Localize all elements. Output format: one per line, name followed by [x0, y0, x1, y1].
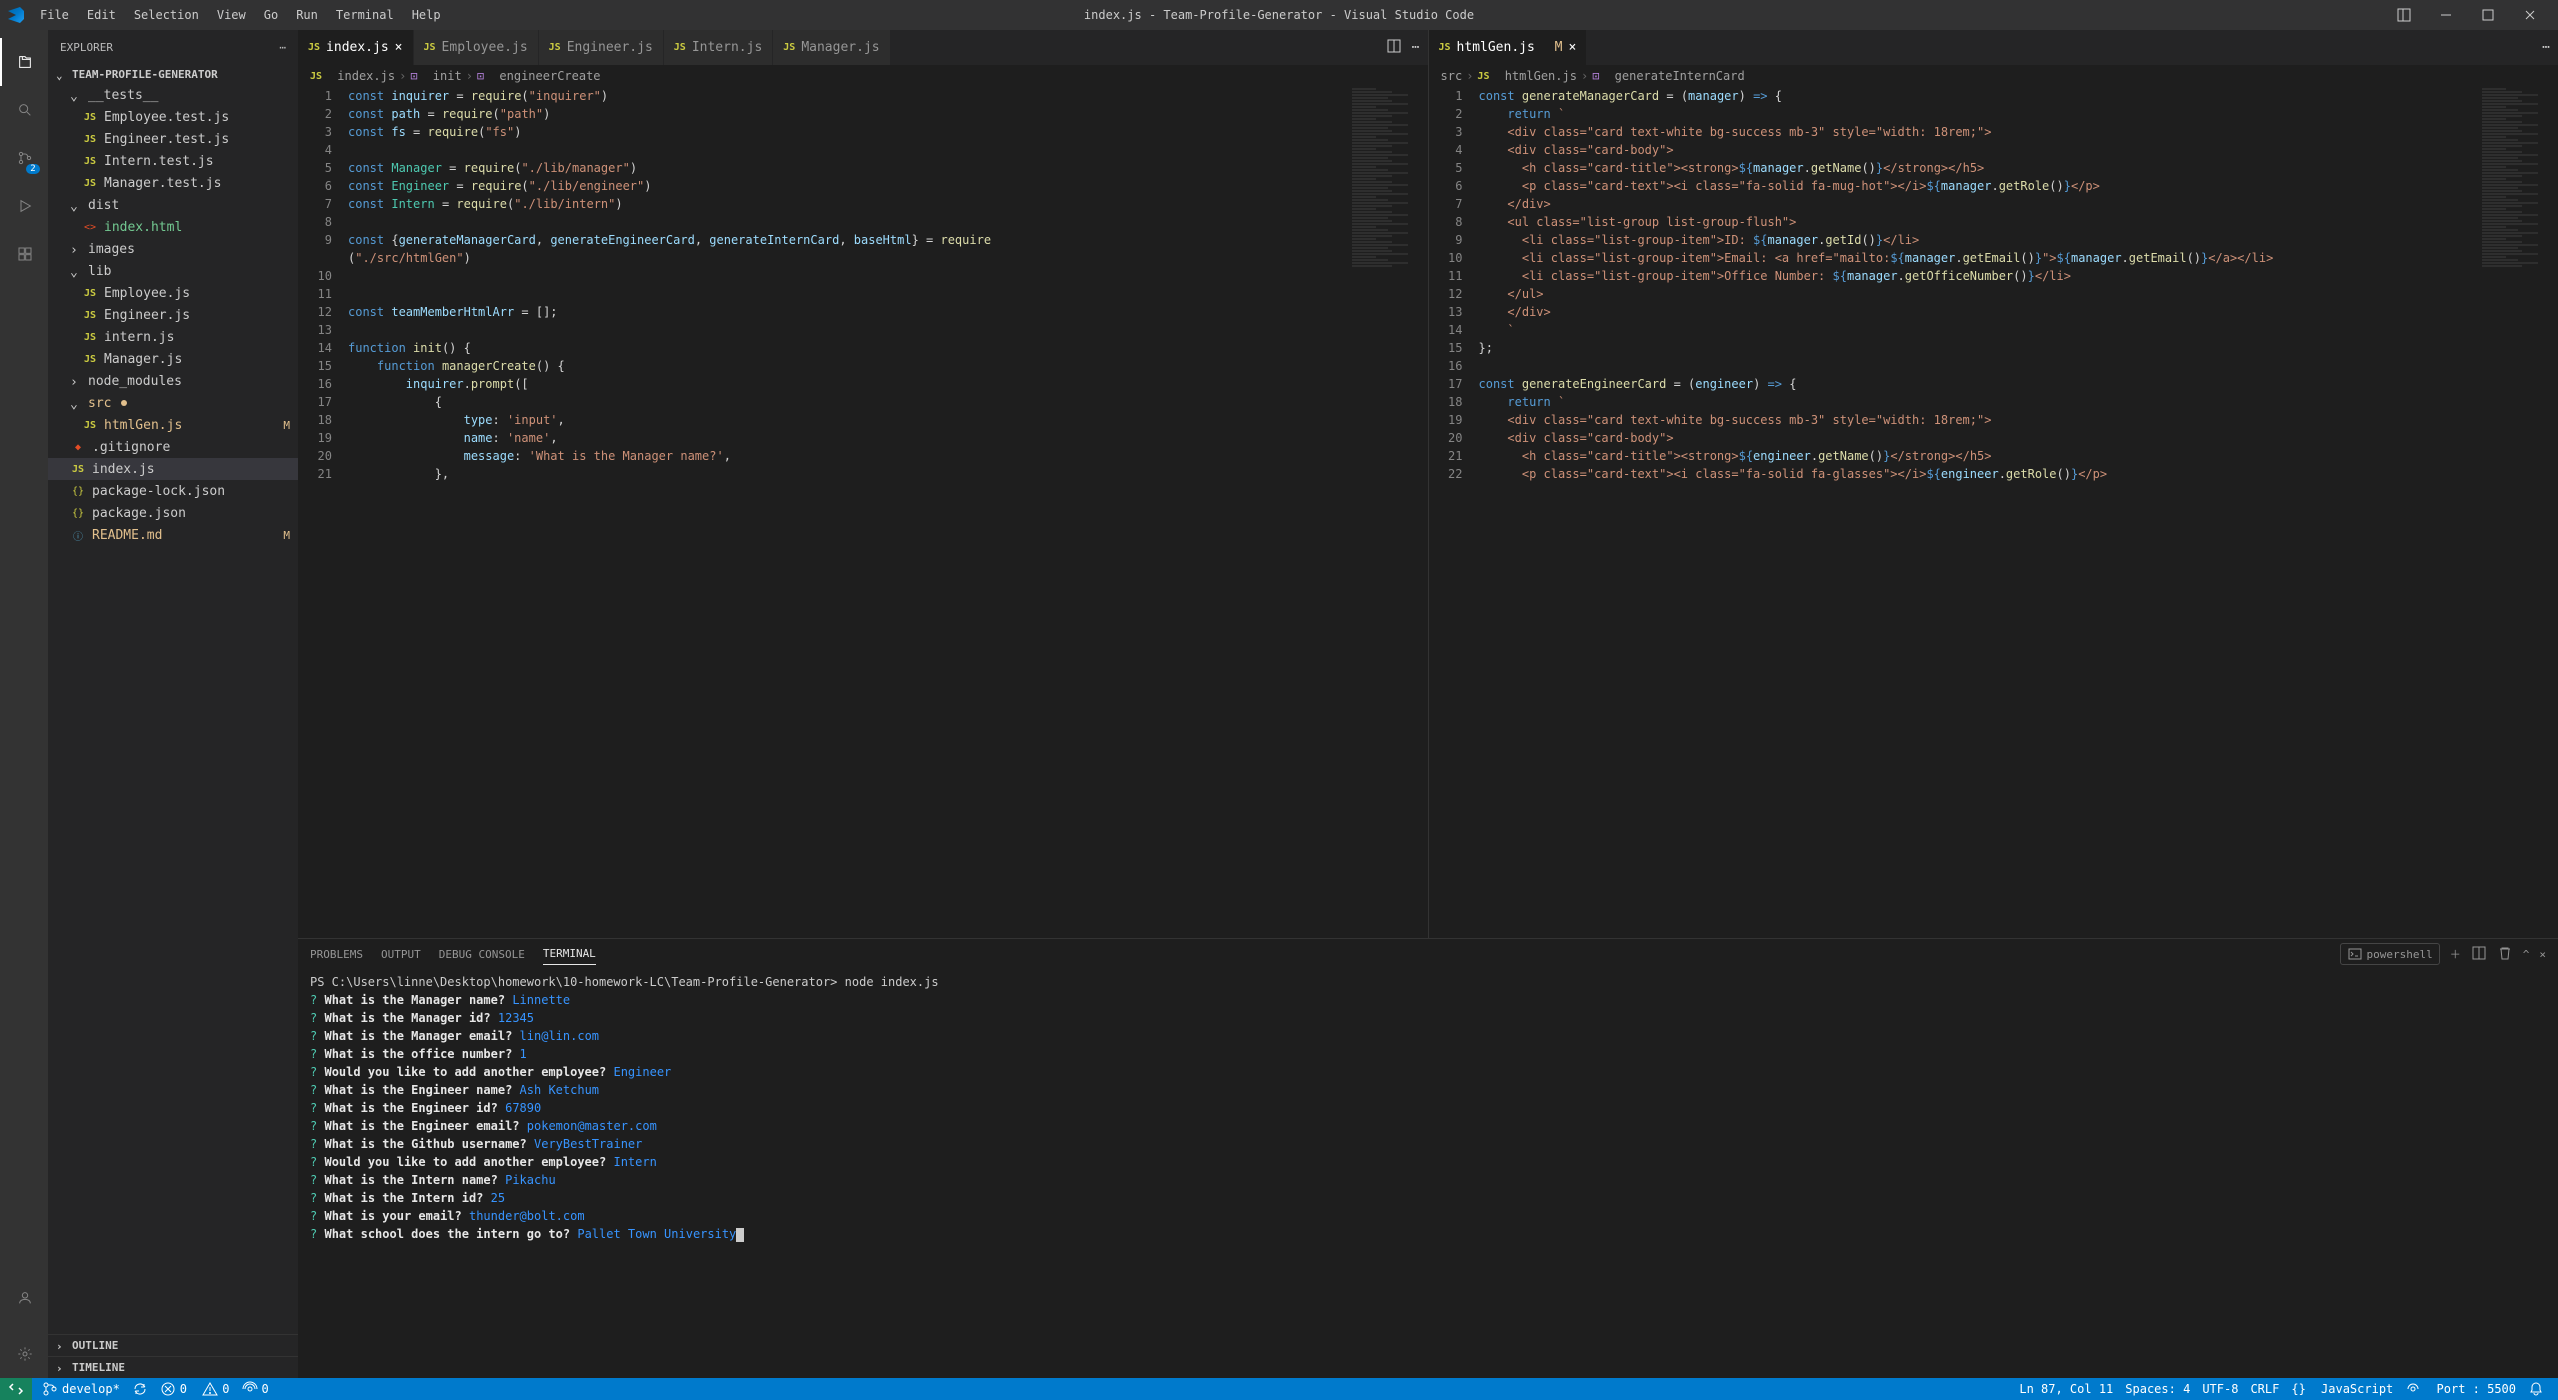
menu-bar: File Edit Selection View Go Run Terminal… — [32, 4, 449, 26]
window-title: index.js - Team-Profile-Generator - Visu… — [1084, 8, 1474, 22]
new-terminal-icon[interactable]: ＋ — [2450, 946, 2461, 962]
file-engineer-test[interactable]: JSEngineer.test.js — [48, 128, 298, 150]
branch-indicator[interactable]: develop* — [36, 1381, 126, 1397]
close-button[interactable] — [2510, 1, 2550, 29]
folder-dist[interactable]: dist — [48, 194, 298, 216]
menu-terminal[interactable]: Terminal — [328, 4, 402, 26]
folder-tests[interactable]: __tests__ — [48, 84, 298, 106]
folder-images[interactable]: images — [48, 238, 298, 260]
port-forward[interactable]: 0 — [236, 1381, 275, 1397]
close-icon[interactable]: × — [395, 40, 403, 55]
minimap-left[interactable] — [1348, 87, 1428, 938]
tab-engineer-js[interactable]: JSEngineer.js — [539, 30, 664, 65]
panel: PROBLEMS OUTPUT DEBUG CONSOLE TERMINAL p… — [298, 938, 2558, 1378]
folder-src[interactable]: src — [48, 392, 298, 414]
layout-toggle-icon[interactable] — [2384, 1, 2424, 29]
breadcrumb-left[interactable]: JS index.js›⊡ init›⊡ engineerCreate — [298, 65, 1428, 87]
folder-node-modules[interactable]: node_modules — [48, 370, 298, 392]
notifications-icon[interactable] — [2522, 1381, 2550, 1397]
sidebar-timeline[interactable]: TIMELINE — [48, 1356, 298, 1378]
eol[interactable]: CRLF — [2244, 1381, 2285, 1397]
minimap-right[interactable] — [2478, 87, 2558, 938]
file-manager-js[interactable]: JSManager.js — [48, 348, 298, 370]
activity-settings[interactable] — [0, 1330, 48, 1378]
activity-search[interactable] — [0, 86, 48, 134]
maximize-button[interactable] — [2468, 1, 2508, 29]
file-employee-js[interactable]: JSEmployee.js — [48, 282, 298, 304]
terminal-shell-selector[interactable]: powershell — [2340, 943, 2440, 965]
tab-manager-js[interactable]: JSManager.js — [773, 30, 890, 65]
editor-left[interactable]: 123456789101112131415161718192021 const … — [298, 87, 1428, 938]
minimize-button[interactable] — [2426, 1, 2466, 29]
more-icon[interactable]: ⋯ — [2542, 40, 2550, 55]
close-icon[interactable]: × — [1568, 40, 1576, 55]
menu-file[interactable]: File — [32, 4, 77, 26]
line-col[interactable]: Ln 87, Col 11 — [2013, 1381, 2119, 1397]
tab-employee-js[interactable]: JSEmployee.js — [414, 30, 539, 65]
panel-tab-output[interactable]: OUTPUT — [381, 944, 421, 965]
scm-badge: 2 — [26, 164, 40, 174]
sidebar: EXPLORER ⋯ TEAM-PROFILE-GENERATOR __test… — [48, 30, 298, 1378]
indentation[interactable]: Spaces: 4 — [2119, 1381, 2196, 1397]
activity-extensions[interactable] — [0, 230, 48, 278]
language-mode[interactable]: {} JavaScript — [2285, 1381, 2399, 1397]
encoding[interactable]: UTF-8 — [2196, 1381, 2244, 1397]
file-index-js[interactable]: JSindex.js — [48, 458, 298, 480]
more-icon[interactable]: ⋯ — [1412, 40, 1420, 55]
menu-selection[interactable]: Selection — [126, 4, 207, 26]
panel-tab-terminal[interactable]: TERMINAL — [543, 943, 596, 965]
panel-tab-problems[interactable]: PROBLEMS — [310, 944, 363, 965]
split-editor-icon[interactable] — [1386, 38, 1402, 58]
file-package-json[interactable]: {}package.json — [48, 502, 298, 524]
split-terminal-icon[interactable] — [2471, 945, 2487, 964]
folder-lib[interactable]: lib — [48, 260, 298, 282]
sidebar-outline[interactable]: OUTLINE — [48, 1334, 298, 1356]
file-manager-test[interactable]: JSManager.test.js — [48, 172, 298, 194]
close-panel-icon[interactable]: × — [2539, 948, 2546, 961]
maximize-panel-icon[interactable]: ^ — [2523, 948, 2530, 961]
activity-bar: 2 — [0, 30, 48, 1378]
sidebar-more-icon[interactable]: ⋯ — [279, 41, 286, 54]
panel-tab-debug[interactable]: DEBUG CONSOLE — [439, 944, 525, 965]
file-readme[interactable]: ⓘREADME.mdM — [48, 524, 298, 546]
file-employee-test[interactable]: JSEmployee.test.js — [48, 106, 298, 128]
menu-go[interactable]: Go — [256, 4, 286, 26]
project-root[interactable]: TEAM-PROFILE-GENERATOR — [48, 65, 298, 84]
activity-scm[interactable]: 2 — [0, 134, 48, 182]
title-bar: File Edit Selection View Go Run Terminal… — [0, 0, 2558, 30]
activity-account[interactable] — [0, 1274, 48, 1322]
tab-index-js[interactable]: JSindex.js× — [298, 30, 414, 65]
file-gitignore[interactable]: ◆.gitignore — [48, 436, 298, 458]
editor-area: JSindex.js× JSEmployee.js JSEngineer.js … — [298, 30, 2558, 1378]
menu-run[interactable]: Run — [288, 4, 326, 26]
kill-terminal-icon[interactable] — [2497, 945, 2513, 964]
file-index-html[interactable]: <>index.html — [48, 216, 298, 238]
file-intern-js[interactable]: JSintern.js — [48, 326, 298, 348]
live-server[interactable]: Port : 5500 — [2399, 1381, 2522, 1397]
tab-htmlgen-js[interactable]: JShtmlGen.js M× — [1429, 30, 1588, 65]
errors-indicator[interactable]: 0 0 — [154, 1381, 236, 1397]
sidebar-title: EXPLORER — [60, 41, 113, 54]
status-bar: develop* 0 0 0 Ln 87, Col 11 Spaces: 4 U… — [0, 1378, 2558, 1400]
remote-indicator[interactable] — [0, 1378, 32, 1400]
vscode-icon — [8, 7, 24, 23]
menu-edit[interactable]: Edit — [79, 4, 124, 26]
activity-explorer[interactable] — [0, 38, 48, 86]
menu-view[interactable]: View — [209, 4, 254, 26]
terminal-content[interactable]: PS C:\Users\linne\Desktop\homework\10-ho… — [298, 969, 2558, 1378]
file-intern-test[interactable]: JSIntern.test.js — [48, 150, 298, 172]
file-package-lock[interactable]: {}package-lock.json — [48, 480, 298, 502]
file-htmlgen-js[interactable]: JShtmlGen.jsM — [48, 414, 298, 436]
activity-debug[interactable] — [0, 182, 48, 230]
tab-intern-js[interactable]: JSIntern.js — [664, 30, 774, 65]
file-engineer-js[interactable]: JSEngineer.js — [48, 304, 298, 326]
breadcrumb-right[interactable]: src›JS htmlGen.js›⊡ generateInternCard — [1429, 65, 2558, 87]
sync-indicator[interactable] — [126, 1381, 154, 1397]
menu-help[interactable]: Help — [404, 4, 449, 26]
editor-right[interactable]: 12345678910111213141516171819202122 cons… — [1428, 87, 2558, 938]
